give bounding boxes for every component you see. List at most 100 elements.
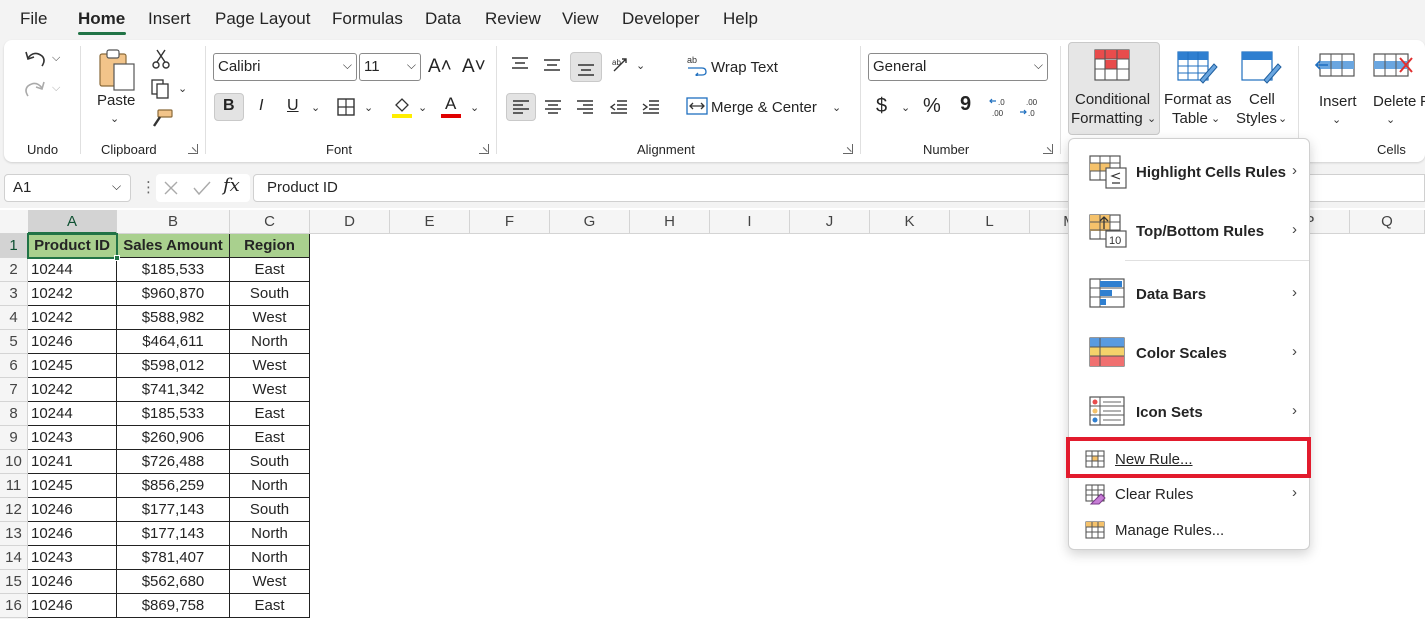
copy-icon[interactable] — [150, 78, 172, 100]
undo-icon[interactable] — [22, 48, 48, 70]
data-cell[interactable]: 10245 — [28, 474, 117, 498]
column-header[interactable]: J — [790, 210, 870, 234]
undo-dropdown-icon[interactable]: ⌵ — [52, 52, 60, 65]
data-cell[interactable]: 10241 — [28, 450, 117, 474]
tab-review[interactable]: Review — [485, 9, 541, 29]
tab-home[interactable]: Home — [78, 9, 125, 29]
borders-icon[interactable] — [336, 97, 356, 117]
data-cell[interactable]: North — [230, 474, 310, 498]
insert-cells-icon[interactable] — [1314, 50, 1356, 80]
format-painter-icon[interactable] — [150, 108, 174, 130]
fill-handle[interactable] — [114, 255, 120, 261]
tab-formulas[interactable]: Formulas — [332, 9, 403, 29]
orientation-dropdown-icon[interactable]: ⌄ — [636, 59, 645, 72]
paste-dropdown-icon[interactable]: ⌄ — [110, 112, 119, 125]
column-header[interactable]: C — [230, 210, 310, 234]
data-cell[interactable]: $781,407 — [117, 546, 230, 570]
align-right-icon[interactable] — [575, 98, 595, 116]
tab-file[interactable]: File — [20, 9, 47, 29]
menu-item-top-bottom-rules[interactable]: 10 Top/Bottom Rules › — [1069, 210, 1309, 256]
merge-center-button[interactable]: Merge & Center — [711, 99, 817, 116]
cell-styles-label-1[interactable]: Cell — [1249, 91, 1275, 108]
row-header[interactable]: 10 — [0, 450, 27, 474]
font-name-select[interactable]: Calibri ⌵ — [213, 53, 357, 81]
format-as-table-label-1[interactable]: Format as — [1164, 91, 1232, 108]
cell-styles-icon[interactable] — [1240, 50, 1282, 86]
number-format-select[interactable]: General ⌵ — [868, 53, 1048, 81]
italic-button[interactable]: I — [259, 97, 263, 115]
data-cell[interactable]: South — [230, 450, 310, 474]
row-header[interactable]: 14 — [0, 546, 27, 570]
font-launcher-icon[interactable] — [479, 144, 489, 154]
row-header[interactable]: 1 — [0, 234, 27, 258]
row-header[interactable]: 12 — [0, 498, 27, 522]
cut-icon[interactable] — [150, 48, 172, 70]
column-header[interactable]: L — [950, 210, 1030, 234]
percent-button[interactable]: % — [923, 95, 941, 118]
data-cell[interactable]: $726,488 — [117, 450, 230, 474]
data-cell[interactable]: 10246 — [28, 594, 117, 618]
data-cell[interactable]: West — [230, 354, 310, 378]
font-color-dropdown-icon[interactable]: ⌄ — [470, 101, 479, 114]
align-middle-icon[interactable] — [542, 57, 562, 75]
insert-function-icon[interactable]: fx — [223, 175, 240, 196]
data-cell[interactable]: 10245 — [28, 354, 117, 378]
data-cell[interactable]: $856,259 — [117, 474, 230, 498]
header-cell[interactable]: Region — [230, 234, 310, 258]
data-cell[interactable]: 10246 — [28, 570, 117, 594]
column-header[interactable]: K — [870, 210, 950, 234]
data-cell[interactable]: $598,012 — [117, 354, 230, 378]
wrap-text-button[interactable]: Wrap Text — [711, 59, 778, 76]
decrease-decimal-icon[interactable]: .00.0 — [1017, 96, 1043, 118]
number-launcher-icon[interactable] — [1043, 144, 1053, 154]
font-color-icon[interactable]: A — [445, 94, 456, 114]
column-header[interactable]: Q — [1350, 210, 1425, 234]
menu-item-data-bars[interactable]: Data Bars › — [1069, 272, 1309, 318]
underline-dropdown-icon[interactable]: ⌄ — [311, 101, 320, 114]
increase-font-size-icon[interactable]: A˄ — [428, 56, 452, 78]
row-header[interactable]: 2 — [0, 258, 27, 282]
cancel-icon[interactable] — [162, 179, 180, 197]
column-header[interactable]: I — [710, 210, 790, 234]
data-cell[interactable]: West — [230, 306, 310, 330]
data-cell[interactable]: 10243 — [28, 546, 117, 570]
column-header[interactable]: E — [390, 210, 470, 234]
data-cell[interactable]: $464,611 — [117, 330, 230, 354]
data-cell[interactable]: $588,982 — [117, 306, 230, 330]
paste-label[interactable]: Paste — [97, 92, 135, 109]
row-header[interactable]: 16 — [0, 594, 27, 618]
row-header[interactable]: 7 — [0, 378, 27, 402]
decrease-indent-icon[interactable] — [609, 98, 629, 116]
font-size-select[interactable]: 11 ⌵ — [359, 53, 421, 81]
menu-item-color-scales[interactable]: Color Scales › — [1069, 331, 1309, 377]
tab-insert[interactable]: Insert — [148, 9, 191, 29]
column-header[interactable]: H — [630, 210, 710, 234]
row-header[interactable]: 11 — [0, 474, 27, 498]
increase-indent-icon[interactable] — [641, 98, 661, 116]
borders-dropdown-icon[interactable]: ⌄ — [364, 101, 373, 114]
currency-dropdown-icon[interactable]: ⌄ — [901, 101, 910, 114]
data-cell[interactable]: 10246 — [28, 522, 117, 546]
data-cell[interactable]: South — [230, 282, 310, 306]
fill-color-dropdown-icon[interactable]: ⌄ — [418, 101, 427, 114]
alignment-launcher-icon[interactable] — [843, 144, 853, 154]
tab-data[interactable]: Data — [425, 9, 461, 29]
name-box[interactable]: A1 ⌵ — [4, 174, 131, 202]
data-cell[interactable]: 10242 — [28, 378, 117, 402]
data-cell[interactable]: $177,143 — [117, 498, 230, 522]
row-header[interactable]: 13 — [0, 522, 27, 546]
data-cell[interactable]: $185,533 — [117, 258, 230, 282]
align-top-icon[interactable] — [510, 55, 530, 73]
underline-button[interactable]: U — [287, 97, 299, 115]
format-as-table-icon[interactable] — [1176, 50, 1218, 86]
clipboard-launcher-icon[interactable] — [188, 144, 198, 154]
insert-button[interactable]: Insert — [1319, 93, 1357, 110]
data-cell[interactable]: North — [230, 330, 310, 354]
menu-item-clear-rules[interactable]: Clear Rules › — [1069, 478, 1309, 512]
column-header[interactable]: D — [310, 210, 390, 234]
paste-icon[interactable] — [96, 46, 138, 92]
row-header[interactable]: 3 — [0, 282, 27, 306]
redo-icon[interactable] — [22, 78, 48, 100]
orientation-icon[interactable]: ab — [610, 55, 634, 75]
data-cell[interactable]: East — [230, 426, 310, 450]
